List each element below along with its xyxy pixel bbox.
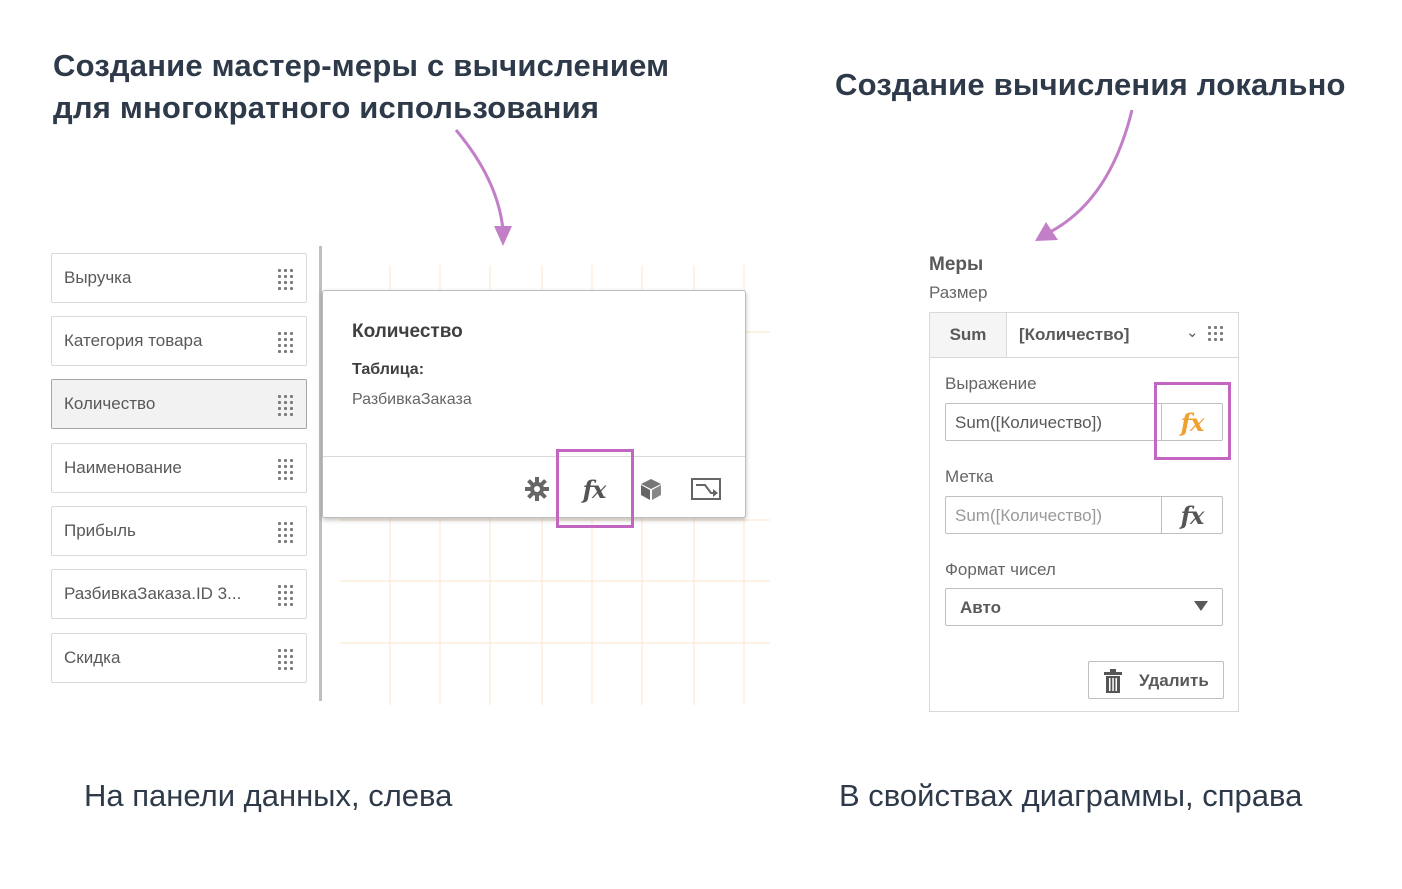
trash-icon: [1104, 669, 1122, 693]
fx-icon: fx: [1180, 500, 1205, 530]
cube-icon[interactable]: [635, 473, 667, 505]
dropdown-arrow-icon: [1194, 601, 1208, 611]
field-item-category[interactable]: Категория товара: [51, 316, 307, 366]
drag-handle-icon[interactable]: [1208, 326, 1224, 346]
left-arrowhead: [494, 226, 512, 246]
field-label: Выручка: [64, 268, 132, 287]
gear-icon[interactable]: [521, 473, 553, 505]
field-label: РазбивкаЗаказа.ID 3...: [64, 584, 242, 603]
label-field-label: Метка: [945, 467, 994, 486]
number-format-value: Авто: [960, 598, 1001, 617]
field-item-name[interactable]: Наименование: [51, 443, 307, 493]
expression-label: Выражение: [945, 374, 1037, 393]
left-arrow: [454, 129, 505, 231]
right-caption: В свойствах диаграммы, справа: [839, 778, 1303, 813]
field-label: Количество: [64, 394, 156, 413]
field-label: Наименование: [64, 458, 182, 477]
drag-handle-icon[interactable]: [278, 522, 294, 543]
left-caption: На панели данных, слева: [84, 778, 453, 813]
number-format-select[interactable]: Авто: [945, 588, 1223, 626]
drag-handle-icon[interactable]: [278, 269, 294, 290]
chevron-down-icon[interactable]: ⌄: [1186, 323, 1199, 341]
measure-properties-panel: Sum [Количество] ⌄ Выражение Sum([Количе…: [929, 312, 1239, 712]
drag-handle-icon[interactable]: [278, 585, 294, 606]
drag-handle-icon[interactable]: [278, 332, 294, 353]
delete-label: Удалить: [1139, 671, 1209, 690]
field-item-order-id[interactable]: РазбивкаЗаказа.ID 3...: [51, 569, 307, 619]
expression-value: Sum([Количество]): [955, 413, 1103, 432]
field-item-profit[interactable]: Прибыль: [51, 506, 307, 556]
drag-handle-icon[interactable]: [278, 395, 294, 416]
field-label: Скидка: [64, 648, 121, 667]
field-popover: Количество Таблица: РазбивкаЗаказа fx: [322, 290, 746, 518]
measure-header[interactable]: Sum [Количество] ⌄: [930, 313, 1238, 358]
aggregation-label: Sum: [930, 313, 1007, 357]
popover-table-value: РазбивкаЗаказа: [352, 391, 472, 408]
popover-divider: [323, 456, 745, 457]
drag-handle-icon[interactable]: [278, 459, 294, 480]
drag-handle-icon[interactable]: [278, 649, 294, 670]
number-format-label: Формат чисел: [945, 560, 1056, 579]
measure-field-label: [Количество]: [1019, 325, 1130, 344]
popover-title: Количество: [352, 321, 463, 342]
chart-icon[interactable]: [690, 473, 722, 505]
label-field[interactable]: Sum([Количество]) fx: [945, 496, 1223, 534]
delete-button[interactable]: Удалить: [1088, 661, 1224, 699]
right-arrow: [1049, 109, 1134, 234]
right-arrowhead: [1035, 222, 1058, 241]
label-placeholder: Sum([Количество]): [955, 506, 1103, 525]
field-item-discount[interactable]: Скидка: [51, 633, 307, 683]
field-label: Категория товара: [64, 331, 203, 350]
popover-table-label: Таблица:: [352, 361, 425, 378]
measures-title: Меры: [929, 254, 984, 275]
fx-highlight-left: [556, 449, 634, 528]
measures-subtitle: Размер: [929, 283, 988, 302]
field-item-quantity[interactable]: Количество: [51, 379, 307, 429]
fx-button-label[interactable]: fx: [1161, 497, 1222, 533]
field-item-revenue[interactable]: Выручка: [51, 253, 307, 303]
field-label: Прибыль: [64, 521, 136, 540]
fx-highlight-right: [1154, 382, 1231, 460]
